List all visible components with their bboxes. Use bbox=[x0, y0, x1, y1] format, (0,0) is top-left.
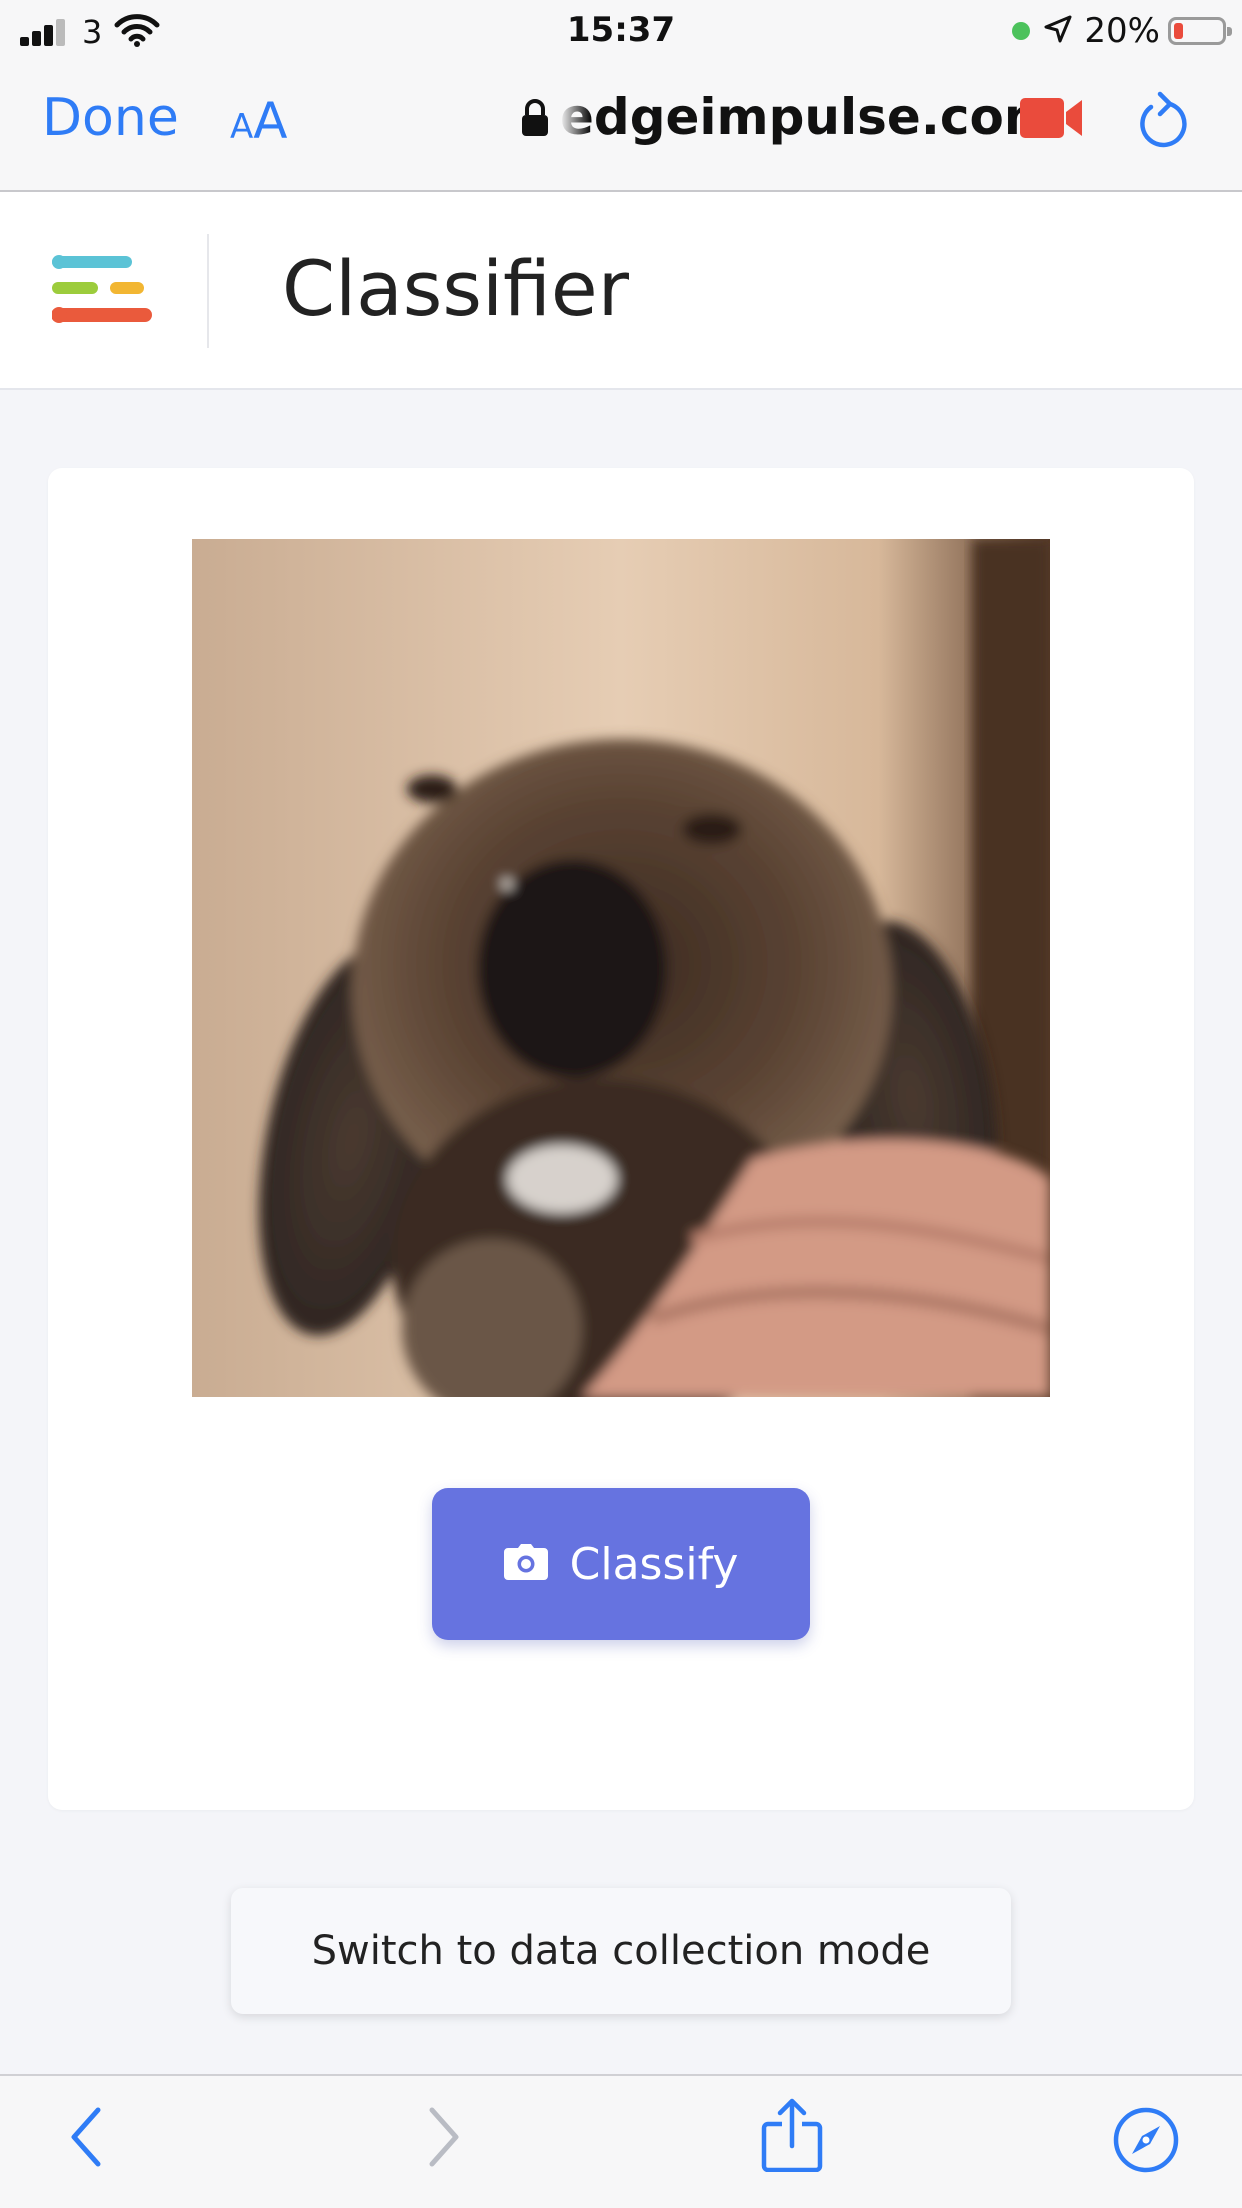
compass-icon[interactable] bbox=[1112, 2106, 1180, 2178]
text-size-small-glyph: A bbox=[230, 107, 254, 147]
forward-icon[interactable] bbox=[424, 2104, 464, 2174]
text-size-button[interactable]: AA bbox=[230, 92, 287, 150]
lock-icon bbox=[520, 98, 550, 142]
location-arrow-icon bbox=[1044, 15, 1072, 47]
done-button[interactable]: Done bbox=[42, 88, 179, 148]
address-bar-url[interactable]: edgeimpulse.com bbox=[560, 88, 1056, 146]
switch-to-data-collection-button[interactable]: Switch to data collection mode bbox=[231, 1888, 1011, 2014]
share-icon[interactable] bbox=[760, 2098, 824, 2176]
header-divider bbox=[207, 234, 209, 348]
browser-bottom-toolbar bbox=[0, 2074, 1242, 2208]
status-bar: 3 15:37 20% bbox=[0, 0, 1242, 62]
classify-button-label: Classify bbox=[569, 1538, 739, 1590]
camera-icon bbox=[503, 1544, 548, 1584]
camera-preview-image bbox=[192, 539, 1050, 1397]
reload-icon[interactable] bbox=[1136, 90, 1188, 154]
back-icon[interactable] bbox=[66, 2104, 106, 2174]
edge-impulse-logo[interactable] bbox=[51, 254, 156, 330]
privacy-indicator-dot bbox=[1012, 22, 1031, 40]
video-camera-icon[interactable] bbox=[1020, 96, 1084, 144]
page-title: Classifier bbox=[282, 244, 629, 333]
battery-percent: 20% bbox=[1084, 11, 1160, 51]
text-size-large-glyph: A bbox=[253, 92, 288, 150]
browser-top-bar: Done AA edgeimpulse.com bbox=[0, 62, 1242, 192]
url-fade bbox=[560, 88, 590, 154]
battery-icon bbox=[1168, 17, 1232, 45]
classify-button[interactable]: Classify bbox=[432, 1488, 810, 1640]
app-header: Classifier bbox=[0, 192, 1242, 390]
